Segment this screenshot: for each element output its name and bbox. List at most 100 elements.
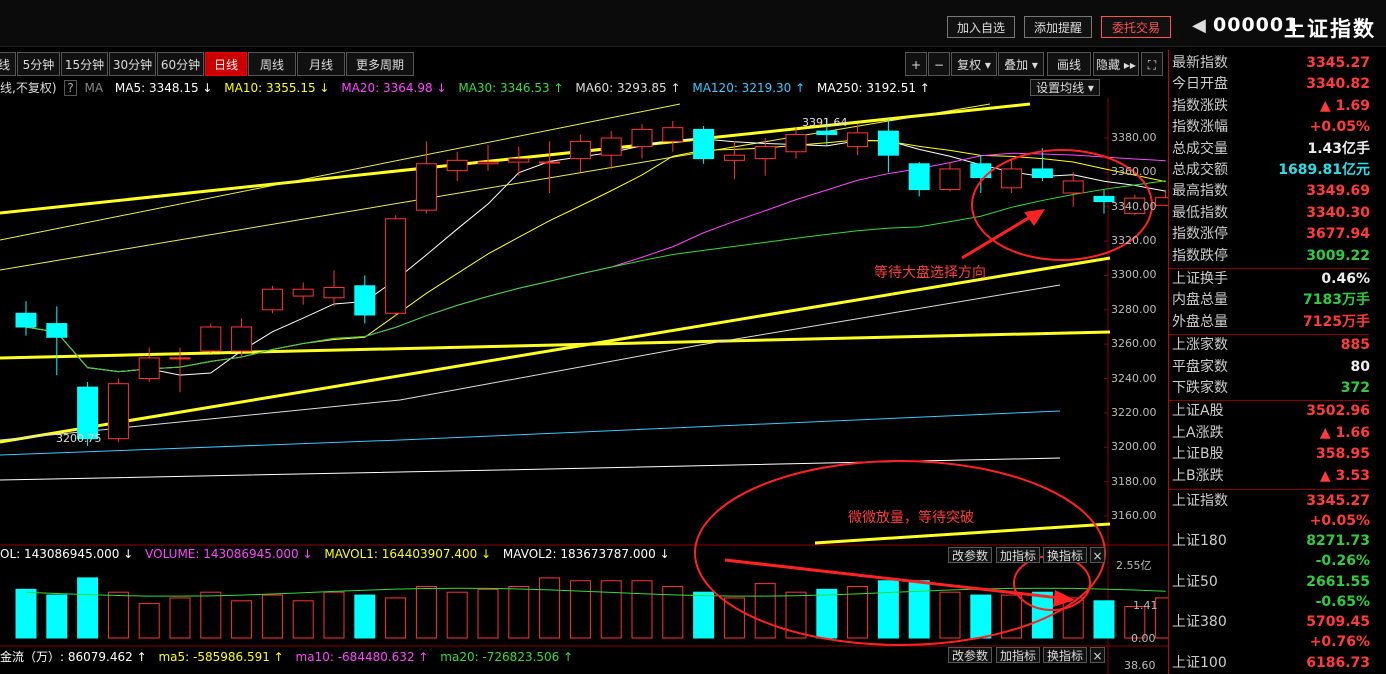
candle-body	[415, 163, 437, 211]
volume-bar	[631, 580, 653, 639]
quote-label: 上证A股	[1172, 403, 1224, 420]
quote-value: 3349.69	[1306, 183, 1370, 200]
volume-bar	[908, 580, 930, 639]
quote-row: 指数涨跌 ▲ 1.69	[1172, 96, 1370, 117]
back-arrow-icon[interactable]: ◀	[1192, 15, 1206, 36]
vol-value: OL: 143086945.000 ↓	[0, 547, 134, 561]
quote-row: 外盘总量 7125万手	[1172, 312, 1370, 333]
price-axis-label: 3220.00	[1111, 405, 1157, 419]
volume-bar	[415, 585, 437, 639]
quote-label: 上A涨跌	[1172, 424, 1224, 441]
quote-value: 372	[1340, 380, 1370, 396]
index-row[interactable]: 上证100 6186.73	[1172, 653, 1370, 674]
tab-30min[interactable]: 30分钟	[109, 52, 156, 76]
index-change-row: +0.76%	[1172, 632, 1370, 653]
volume-bar	[477, 588, 499, 639]
candle-body	[908, 163, 930, 191]
stock-name: 上证指数	[1284, 17, 1376, 41]
candle-body	[385, 218, 407, 314]
tab-15min[interactable]: 15分钟	[61, 52, 108, 76]
trade-button[interactable]: 委托交易	[1101, 16, 1171, 38]
vol-change-params-button[interactable]: 改参数	[948, 547, 992, 563]
volume-bar	[231, 600, 253, 639]
ma-legend: 线,不复权) ? MA MA5: 3348.15 ↓ MA10: 3355.15…	[0, 79, 938, 97]
mavol2-value: MAVOL2: 183673787.000 ↓	[502, 547, 670, 561]
tab-daily[interactable]: 日线	[205, 52, 247, 76]
candle-body	[200, 326, 222, 352]
index-value: 5709.45	[1306, 614, 1370, 631]
volume-bar	[1062, 597, 1084, 639]
help-icon[interactable]: ?	[64, 80, 77, 96]
zoom-out-button[interactable]: −	[928, 52, 950, 76]
zoom-in-button[interactable]: +	[905, 52, 927, 76]
index-value: 3345.27	[1306, 493, 1370, 509]
add-watchlist-button[interactable]: 加入自选	[947, 16, 1015, 38]
candle-body	[46, 323, 68, 338]
annotation-ellipses	[694, 149, 1153, 646]
vol-switch-indicator-button[interactable]: 换指标	[1043, 547, 1087, 563]
fullscreen-icon[interactable]: ⛶	[1141, 52, 1163, 76]
top-toolbar: 加入自选 添加提醒 委托交易 ◀ 000001 上证指数	[0, 0, 1386, 47]
quote-row: 上涨家数 885	[1172, 335, 1370, 356]
quote-row: 总成交量 1.43亿手	[1172, 139, 1370, 160]
quote-label: 上B涨跌	[1172, 467, 1224, 484]
volume-bar	[1093, 600, 1115, 639]
index-change: +0.76%	[1309, 634, 1370, 651]
quote-label: 下跌家数	[1172, 380, 1228, 396]
price-axis-label: 3360.00	[1111, 165, 1157, 179]
volume-bar	[508, 585, 530, 639]
price-axis-label: 3300.00	[1111, 268, 1157, 282]
candle-body	[508, 158, 530, 163]
volume-bar	[970, 594, 992, 639]
quote-label: 上证B股	[1172, 446, 1224, 463]
flow-close-icon[interactable]: ×	[1090, 647, 1105, 663]
flow-add-indicator-button[interactable]: 加指标	[996, 647, 1040, 663]
volume-bar	[723, 597, 745, 639]
ma250-value: MA250: 3192.51 ↑	[817, 81, 930, 95]
period-toolbar: 线 5分钟 15分钟 30分钟 60分钟 日线 周线 月线 更多周期 + − 复…	[0, 52, 1168, 76]
flow-switch-indicator-button[interactable]: 换指标	[1043, 647, 1087, 663]
annotation-breakout: 微微放量，等待突破	[848, 510, 974, 526]
add-alert-button[interactable]: 添加提醒	[1024, 16, 1092, 38]
tab-5min[interactable]: 5分钟	[17, 52, 60, 76]
draw-line-button[interactable]: 画线	[1047, 52, 1091, 76]
tab-weekly[interactable]: 周线	[248, 52, 296, 76]
candle-body	[693, 128, 715, 160]
quote-label: 总成交量	[1172, 140, 1228, 157]
quote-row: 指数涨停 3677.94	[1172, 224, 1370, 245]
index-change-row: +0.05%	[1172, 511, 1370, 532]
overlay-button[interactable]: 叠加 ▾	[998, 52, 1044, 76]
adjust-button[interactable]: 复权 ▾	[951, 52, 997, 76]
volume-value: VOLUME: 143086945.000 ↓	[145, 547, 313, 561]
volume-bar	[77, 577, 99, 639]
flow-value: 金流（万）: 86079.462 ↑	[0, 650, 147, 664]
vol-axis-max: 2.55亿	[1116, 559, 1152, 572]
vol-close-icon[interactable]: ×	[1090, 547, 1105, 563]
index-row[interactable]: 上证180 8271.73	[1172, 531, 1370, 552]
quote-row: 指数涨幅 +0.05%	[1172, 117, 1370, 138]
ma5-value: MA5: 3348.15 ↓	[114, 81, 213, 95]
candle-body	[1031, 168, 1053, 179]
tab-more-periods[interactable]: 更多周期	[346, 52, 414, 76]
vol-add-indicator-button[interactable]: 加指标	[996, 547, 1040, 563]
tab-60min[interactable]: 60分钟	[157, 52, 204, 76]
candle-body	[816, 130, 838, 136]
flow-change-params-button[interactable]: 改参数	[948, 647, 992, 663]
ma120-line	[0, 410, 1061, 456]
period-cut-tab[interactable]: 线	[0, 52, 16, 76]
quote-row: 上B涨跌 ▲ 3.53	[1172, 466, 1370, 487]
quote-value: 358.95	[1315, 446, 1370, 463]
volume-bars	[15, 577, 1168, 639]
quote-value: 3345.27	[1306, 55, 1370, 71]
index-row[interactable]: 上证50 2661.55	[1172, 572, 1370, 593]
index-row[interactable]: 上证380 5709.45	[1172, 612, 1370, 633]
set-ma-button[interactable]: 设置均线 ▾	[1030, 79, 1100, 96]
hide-button[interactable]: 隐藏 ▸▸	[1093, 52, 1139, 76]
quote-row: 上证B股 358.95	[1172, 444, 1370, 465]
tab-monthly[interactable]: 月线	[297, 52, 345, 76]
volume-bar	[877, 580, 899, 639]
ma5-line	[25, 138, 1166, 376]
index-row[interactable]: 上证指数 3345.27	[1172, 491, 1370, 512]
kline-chart[interactable]	[0, 98, 1168, 674]
quote-label: 上证换手	[1172, 271, 1228, 287]
